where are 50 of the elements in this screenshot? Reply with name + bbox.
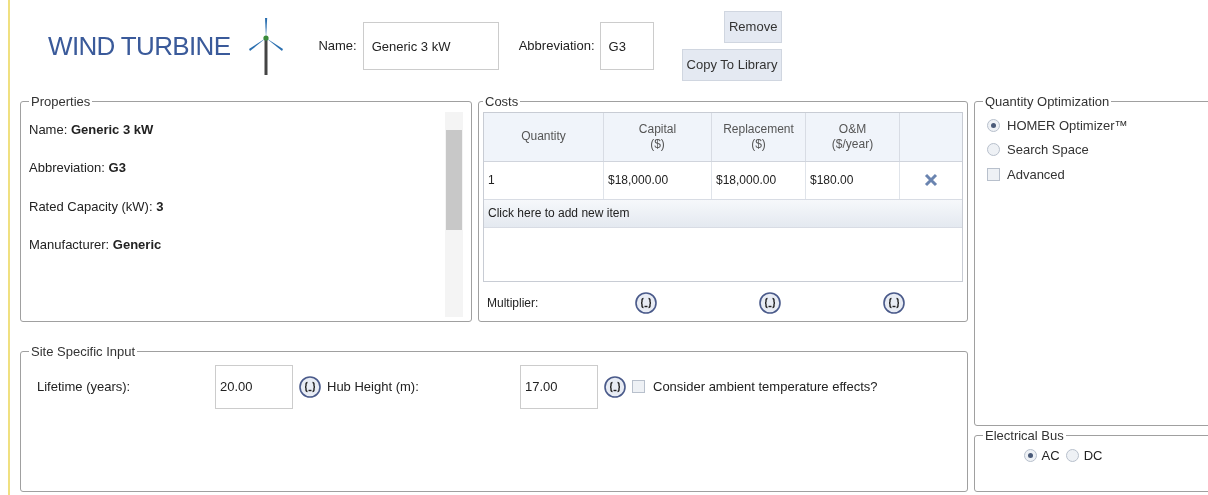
name-field[interactable]: Generic 3 kW <box>362 22 499 70</box>
checkbox[interactable] <box>987 167 1000 181</box>
scrollbar[interactable] <box>445 111 463 317</box>
copy-to-library-button[interactable]: Copy To Library <box>681 49 783 81</box>
column-header: Quantity <box>484 112 604 161</box>
group-title: Electrical Bus <box>984 427 1065 445</box>
option-label: AC <box>1041 446 1060 465</box>
column-header: Replacement ($) <box>712 112 806 161</box>
column-header: Capital ($) <box>604 112 712 161</box>
option-label: Search Space <box>1007 141 1089 159</box>
lifetime-field[interactable]: 20.00 <box>215 364 293 409</box>
multiplier-icon[interactable] <box>604 375 626 398</box>
remove-button[interactable]: Remove <box>723 11 783 43</box>
add-item-row[interactable]: Click here to add new item <box>484 199 962 228</box>
table-cell: $18,000.00 <box>604 161 712 199</box>
lifetime-label: Lifetime (years): <box>37 377 132 396</box>
property-text: Name: Generic 3 kW <box>29 120 155 139</box>
property-text: Abbreviation: G3 <box>29 159 127 177</box>
page-title: WIND TURBINE <box>48 29 231 63</box>
abbreviation-field[interactable]: G3 <box>599 22 654 70</box>
option-label: Advanced <box>1007 165 1065 184</box>
property-text: Manufacturer: Generic <box>29 236 163 254</box>
table-cell: 1 <box>484 161 604 199</box>
table-cell: $180.00 <box>806 161 900 199</box>
hub-height-label: Hub Height (m): <box>327 377 420 396</box>
radio-button[interactable] <box>987 143 1000 157</box>
ambient-temperature-label: Consider ambient temperature effects? <box>653 377 878 396</box>
option-label: HOMER Optimizer™ <box>1007 116 1128 135</box>
radio-button[interactable] <box>1065 448 1079 462</box>
hub-height-field[interactable]: 17.00 <box>520 364 598 409</box>
checkbox[interactable] <box>632 380 645 393</box>
multiplier-icon[interactable] <box>299 375 321 398</box>
property-text: Rated Capacity (kW): 3 <box>29 197 165 216</box>
radio-button[interactable] <box>987 118 1000 132</box>
option-label: DC <box>1083 446 1103 465</box>
abbreviation-label: Abbreviation: <box>518 37 595 56</box>
group-title: Costs <box>484 93 520 111</box>
group-title: Properties <box>30 93 92 111</box>
multiplier-label: Multiplier: <box>486 294 540 312</box>
column-header: O&M ($/year) <box>806 112 900 161</box>
multiplier-icon[interactable] <box>759 291 781 314</box>
wind-turbine-icon <box>248 17 285 75</box>
delete-icon[interactable] <box>924 173 938 187</box>
multiplier-icon[interactable] <box>883 291 905 314</box>
name-label: Name: <box>318 37 357 56</box>
radio-button[interactable] <box>1023 448 1037 462</box>
group-title: Site Specific Input <box>30 343 137 361</box>
multiplier-icon[interactable] <box>635 291 657 314</box>
table-cell: $18,000.00 <box>712 161 806 199</box>
group-title: Quantity Optimization <box>984 93 1111 111</box>
